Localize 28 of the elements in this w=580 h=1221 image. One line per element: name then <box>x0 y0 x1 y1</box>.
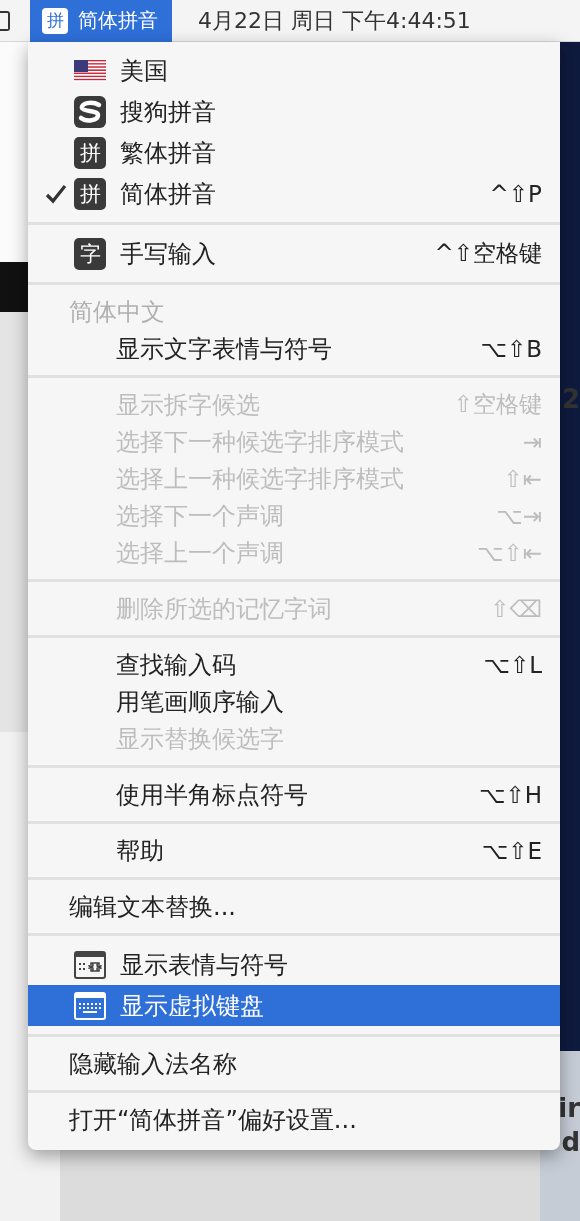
desktop-text: d <box>561 1126 580 1159</box>
menu-item[interactable]: 拼 简体拼音 ^⇧P <box>28 173 560 214</box>
menu-item[interactable]: 美国 <box>28 50 560 91</box>
menu-item[interactable]: 隐藏输入法名称 <box>28 1045 560 1082</box>
menu-item[interactable]: 显示表情与符号 <box>28 944 560 985</box>
s-logo-icon <box>74 95 106 128</box>
menu-item[interactable]: 拼 繁体拼音 <box>28 132 560 173</box>
input-method-icon: 字 <box>74 237 106 270</box>
menu-item[interactable]: 编辑文本替换... <box>28 888 560 925</box>
menu-item[interactable]: 用笔画顺序输入 <box>28 683 560 720</box>
battery-icon[interactable] <box>0 10 10 31</box>
menu-bar-clock[interactable]: 4月22日 周日 下午4:44:51 <box>198 5 471 36</box>
input-method-icon: 拼 <box>74 136 106 169</box>
input-method-icon: 拼 <box>74 177 106 210</box>
desktop-text: ir <box>558 1092 580 1125</box>
menu-item[interactable]: 搜狗拼音 <box>28 91 560 132</box>
flag-icon <box>74 59 106 82</box>
menu-item[interactable]: 打开“简体拼音”偏好设置... <box>28 1101 560 1138</box>
keyboard-icon <box>74 991 106 1020</box>
menu-section-header: 简体中文 <box>68 296 166 328</box>
menu-item[interactable]: 字 手写输入 ^⇧空格键 <box>28 233 560 274</box>
menu-item[interactable]: 显示文字表情与符号 ⌥⇧B <box>28 330 560 367</box>
character-viewer-icon <box>74 950 106 979</box>
menu-item[interactable]: 显示虚拟键盘 <box>28 985 560 1026</box>
menu-item[interactable]: 帮助 ⌥⇧E <box>28 832 560 869</box>
input-menu[interactable]: 拼 简体拼音 <box>30 0 172 42</box>
menu-item[interactable]: 使用半角标点符号 ⌥⇧H <box>28 776 560 813</box>
menu-item[interactable]: 查找输入码 ⌥⇧L <box>28 646 560 683</box>
